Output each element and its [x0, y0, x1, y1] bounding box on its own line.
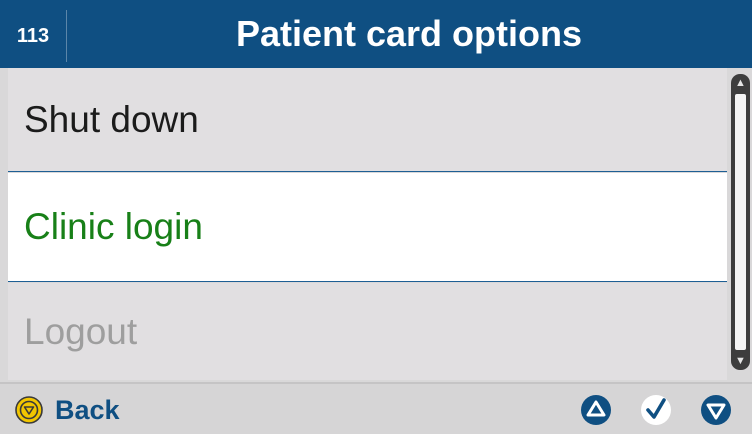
header-bar: 113 Patient card options: [0, 0, 752, 68]
scroll-up-icon[interactable]: ▲: [731, 76, 750, 90]
back-icon[interactable]: [15, 396, 43, 424]
list-item-label: Logout: [24, 310, 138, 352]
list-item-logout[interactable]: Logout: [8, 283, 727, 380]
list-item-label: Shut down: [24, 98, 199, 140]
list-item-label: Clinic login: [24, 206, 203, 247]
scroll-thumb[interactable]: [735, 94, 746, 350]
list-item-shut-down[interactable]: Shut down: [8, 68, 727, 172]
back-button[interactable]: Back: [55, 392, 120, 428]
scrollbar[interactable]: ▲ ▼: [731, 74, 750, 370]
footer-bar: Back: [0, 382, 752, 434]
screen: 113 Patient card options Shut down Clini…: [0, 0, 752, 434]
scroll-down-icon[interactable]: ▼: [731, 354, 750, 368]
options-list: Shut down Clinic login Logout: [8, 68, 727, 380]
page-title: Patient card options: [235, 13, 583, 54]
screen-number: 113: [0, 10, 67, 62]
checkmark-icon[interactable]: [640, 394, 672, 426]
list-item-clinic-login[interactable]: Clinic login: [8, 173, 727, 282]
up-arrow-icon[interactable]: [580, 394, 612, 426]
down-arrow-icon[interactable]: [700, 394, 732, 426]
